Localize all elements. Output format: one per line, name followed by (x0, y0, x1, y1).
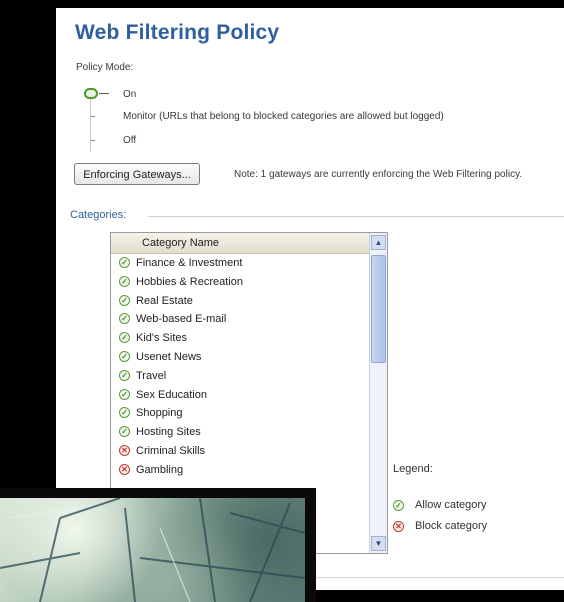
enforcing-gateways-button[interactable]: Enforcing Gateways... (74, 163, 200, 185)
allow-category-icon: ✓ (393, 500, 404, 511)
photo-structure-lines (0, 497, 306, 602)
column-header-label: Category Name (142, 237, 220, 249)
category-row[interactable]: ✓ Web-based E-mail (111, 310, 369, 329)
slider-pointer (99, 93, 109, 94)
allow-category-icon[interactable]: ✓ (119, 275, 130, 287)
categories-divider (148, 216, 564, 217)
category-list-scrollbar[interactable]: ▲ ▼ (369, 233, 387, 553)
category-name-column-header[interactable]: Category Name (111, 233, 369, 254)
scroll-up-icon[interactable]: ▲ (371, 235, 386, 250)
category-row[interactable]: ✓ Travel (111, 367, 369, 386)
category-row[interactable]: ✓ Hosting Sites (111, 423, 369, 442)
category-row[interactable]: ✓ Shopping (111, 404, 369, 423)
allow-category-icon[interactable]: ✓ (119, 257, 130, 268)
scroll-down-icon[interactable]: ▼ (371, 536, 386, 551)
overlay-photo-frame (0, 488, 316, 602)
block-category-icon: ✕ (393, 521, 404, 532)
categories-label: Categories: (70, 209, 127, 221)
slider-tick-off (91, 140, 95, 141)
slider-tick-monitor (91, 116, 95, 117)
category-row[interactable]: ✓ Usenet News (111, 348, 369, 367)
enforcing-note: Note: 1 gateways are currently enforcing… (234, 169, 523, 180)
category-row[interactable]: ✓ Finance & Investment (111, 254, 369, 273)
allow-category-icon[interactable]: ✓ (119, 388, 130, 400)
allow-category-icon[interactable]: ✓ (119, 313, 130, 325)
policy-mode-label: Policy Mode: (76, 62, 134, 73)
category-row[interactable]: ✓ Sex Education (111, 386, 369, 405)
allow-category-icon[interactable]: ✓ (119, 350, 130, 362)
category-row[interactable]: ✓ Real Estate (111, 292, 369, 311)
allow-category-icon[interactable]: ✓ (119, 332, 130, 344)
policy-mode-option-monitor[interactable]: Monitor (URLs that belong to blocked cat… (123, 111, 444, 122)
legend-title: Legend: (393, 463, 433, 475)
overlay-photo (0, 497, 306, 602)
policy-mode-option-on[interactable]: On (123, 89, 136, 100)
policy-mode-slider-knob[interactable] (84, 88, 98, 99)
allow-category-icon[interactable]: ✓ (119, 426, 130, 438)
category-row[interactable]: ✓ Hobbies & Recreation (111, 273, 369, 292)
policy-mode-slider-track[interactable] (90, 92, 91, 152)
allow-category-icon[interactable]: ✓ (119, 294, 130, 306)
block-category-icon[interactable]: ✕ (119, 463, 130, 475)
category-row[interactable]: ✓ Kid's Sites (111, 329, 369, 348)
scrollbar-thumb[interactable] (371, 255, 386, 363)
category-list-body: ✓ Finance & Investment ✓ Hobbies & Recreat… (111, 254, 369, 480)
category-row[interactable]: ✕ Gambling (111, 461, 369, 480)
policy-mode-option-off[interactable]: Off (123, 135, 136, 146)
allow-category-icon[interactable]: ✓ (119, 369, 130, 381)
page-title: Web Filtering Policy (75, 21, 280, 44)
block-category-icon[interactable]: ✕ (119, 444, 130, 456)
allow-category-icon[interactable]: ✓ (119, 407, 130, 419)
category-row[interactable]: ✕ Criminal Skills (111, 442, 369, 461)
